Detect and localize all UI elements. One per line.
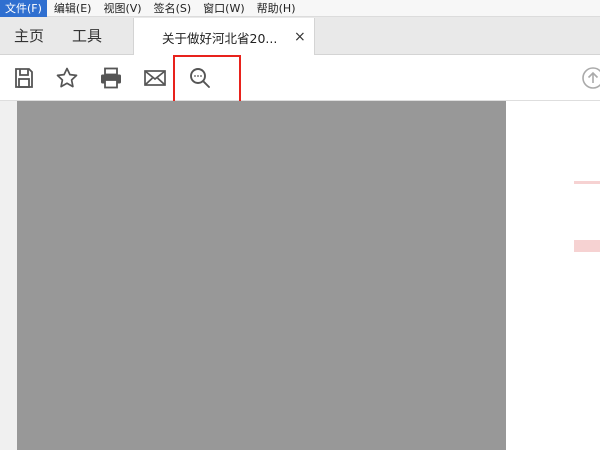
menu-edit[interactable]: 编辑(E) [49, 0, 97, 17]
upload-button[interactable] [580, 65, 600, 91]
bookmark-star-icon [56, 67, 78, 88]
page-mark [574, 181, 600, 184]
close-tab-icon[interactable]: × [294, 30, 306, 44]
search-more-icon [190, 68, 210, 88]
document-page [17, 101, 506, 450]
page-mark [574, 240, 600, 252]
document-page-margin [506, 101, 600, 450]
save-button[interactable] [11, 65, 37, 91]
menu-bar: 文件(F) 编辑(E) 视图(V) 签名(S) 窗口(W) 帮助(H) [0, 0, 600, 17]
tab-document[interactable]: 关于做好河北省20... × [133, 18, 315, 56]
tab-bar: 主页 工具 关于做好河北省20... × [0, 17, 600, 56]
document-area [0, 101, 600, 450]
advanced-search-button[interactable] [187, 65, 213, 91]
document-tab-title: 关于做好河北省20... [162, 30, 278, 46]
tab-home[interactable]: 主页 [14, 17, 44, 55]
menu-file[interactable]: 文件(F) [0, 0, 47, 17]
menu-sign[interactable]: 签名(S) [149, 0, 197, 17]
email-button[interactable] [142, 65, 168, 91]
menu-view[interactable]: 视图(V) [98, 0, 146, 17]
print-icon [101, 67, 121, 89]
upload-circle-icon [582, 67, 600, 89]
bookmark-button[interactable] [54, 65, 80, 91]
menu-window[interactable]: 窗口(W) [198, 0, 249, 17]
print-button[interactable] [98, 65, 124, 91]
tab-tools[interactable]: 工具 [72, 17, 102, 55]
toolbar [0, 55, 600, 101]
menu-help[interactable]: 帮助(H) [252, 0, 301, 17]
navigation-panel-strip[interactable] [0, 101, 17, 450]
email-icon [144, 70, 166, 86]
save-icon [15, 68, 33, 88]
